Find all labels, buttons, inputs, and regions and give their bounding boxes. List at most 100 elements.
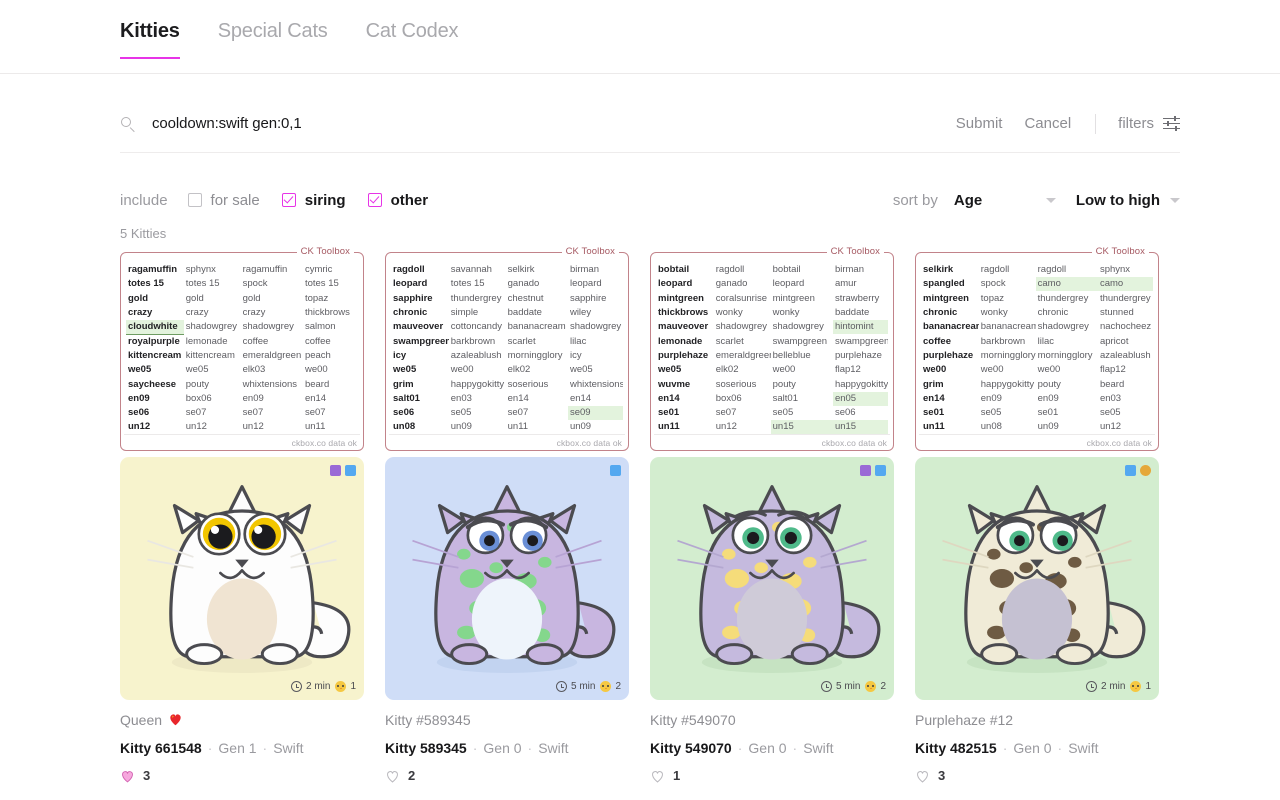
ck-toolbox-cell[interactable]: se05 xyxy=(449,406,506,420)
ck-toolbox-cell[interactable]: birman xyxy=(568,263,623,277)
ck-toolbox-cell[interactable]: gold xyxy=(241,292,303,306)
ck-toolbox-cell[interactable]: selkirk xyxy=(506,263,568,277)
submit-button[interactable]: Submit xyxy=(956,115,1003,132)
ck-toolbox-cell[interactable]: beard xyxy=(303,378,358,392)
ck-toolbox-cell[interactable]: swampgreen xyxy=(833,335,888,349)
ck-toolbox-cell[interactable]: barkbrown xyxy=(449,335,506,349)
ck-toolbox-cell[interactable]: emeraldgreen xyxy=(714,349,771,363)
ck-toolbox-cell[interactable]: azaleablush xyxy=(449,349,506,363)
ck-toolbox-cell[interactable]: emeraldgreen xyxy=(241,349,303,363)
ck-toolbox-cell[interactable]: ragdoll xyxy=(979,263,1036,277)
ck-toolbox-cell[interactable]: grim xyxy=(921,378,979,392)
ck-toolbox-cell[interactable]: elk02 xyxy=(506,363,568,377)
ck-toolbox-cell[interactable]: thundergrey xyxy=(1098,292,1153,306)
ck-toolbox-cell[interactable]: baddate xyxy=(833,306,888,320)
include-option-other[interactable]: other xyxy=(368,192,429,209)
ck-toolbox-cell[interactable]: se01 xyxy=(656,406,714,420)
ck-toolbox-cell[interactable]: birman xyxy=(833,263,888,277)
blue-badge-icon[interactable] xyxy=(875,465,886,476)
kitty-card[interactable]: 2 min1 xyxy=(120,457,364,700)
ck-toolbox-cell[interactable]: leopard xyxy=(391,277,449,291)
ck-toolbox-cell[interactable]: flap12 xyxy=(1098,363,1153,377)
ck-toolbox-cell[interactable]: cymric xyxy=(303,263,358,277)
ck-toolbox-cell[interactable]: en14 xyxy=(656,392,714,406)
ck-toolbox-cell[interactable]: camo xyxy=(1036,277,1098,291)
heart-outline-icon[interactable] xyxy=(385,769,400,783)
ck-toolbox-cell[interactable]: un11 xyxy=(921,420,979,434)
ck-toolbox-cell[interactable]: swampgreen xyxy=(391,335,449,349)
ck-toolbox-cell[interactable]: se06 xyxy=(126,406,184,420)
ck-toolbox-cell[interactable]: shadowgrey xyxy=(771,320,833,334)
ck-toolbox-cell[interactable]: we00 xyxy=(979,363,1036,377)
ck-toolbox-cell[interactable]: savannah xyxy=(449,263,506,277)
ck-toolbox-cell[interactable]: thundergrey xyxy=(1036,292,1098,306)
ck-toolbox-cell[interactable]: ragamuffin xyxy=(126,263,184,277)
ck-toolbox-cell[interactable]: un12 xyxy=(126,420,184,434)
ck-toolbox-cell[interactable]: stunned xyxy=(1098,306,1153,320)
ck-toolbox-cell[interactable]: en03 xyxy=(1098,392,1153,406)
likes-row[interactable]: 2 xyxy=(385,768,629,783)
ck-toolbox-cell[interactable]: baddate xyxy=(506,306,568,320)
ck-toolbox-cell[interactable]: morningglory xyxy=(506,349,568,363)
ck-toolbox-cell[interactable]: totes 15 xyxy=(126,277,184,291)
ck-toolbox-cell[interactable]: un12 xyxy=(714,420,771,434)
ck-toolbox-cell[interactable]: coffee xyxy=(303,335,358,349)
ck-toolbox-cell[interactable]: salt01 xyxy=(771,392,833,406)
cancel-button[interactable]: Cancel xyxy=(1024,115,1071,132)
sort-order-select[interactable]: Low to high xyxy=(1076,192,1180,209)
ck-toolbox-cell[interactable]: soserious xyxy=(714,378,771,392)
ck-toolbox-cell[interactable]: we05 xyxy=(126,363,184,377)
sort-field-select[interactable]: Age xyxy=(954,192,1056,209)
ck-toolbox-cell[interactable]: un12 xyxy=(1098,420,1153,434)
ck-toolbox-cell[interactable]: wonky xyxy=(714,306,771,320)
ck-toolbox-cell[interactable]: cloudwhite xyxy=(126,320,184,335)
heart-filled-icon[interactable] xyxy=(120,769,135,783)
ck-toolbox-cell[interactable]: wuvme xyxy=(656,378,714,392)
ck-toolbox-cell[interactable]: topaz xyxy=(303,292,358,306)
ck-toolbox-cell[interactable]: happygokitty xyxy=(449,378,506,392)
ck-toolbox-cell[interactable]: we00 xyxy=(921,363,979,377)
ck-toolbox-cell[interactable]: chronic xyxy=(921,306,979,320)
ck-toolbox-cell[interactable]: se09 xyxy=(568,406,623,420)
ck-toolbox-cell[interactable]: pouty xyxy=(1036,378,1098,392)
checkbox-checked-icon[interactable] xyxy=(282,193,296,207)
ck-toolbox-cell[interactable]: shadowgrey xyxy=(568,320,623,334)
ck-toolbox-cell[interactable]: lemonade xyxy=(656,335,714,349)
ck-toolbox-cell[interactable]: kittencream xyxy=(126,349,184,363)
ck-toolbox-cell[interactable]: shadowgrey xyxy=(241,320,303,334)
tab-kitties[interactable]: Kitties xyxy=(120,20,180,69)
ck-toolbox-cell[interactable]: shadowgrey xyxy=(184,320,241,334)
ck-toolbox-cell[interactable]: bobtail xyxy=(656,263,714,277)
ck-toolbox-cell[interactable]: hintomint xyxy=(833,320,888,334)
ck-toolbox-cell[interactable]: we05 xyxy=(184,363,241,377)
ck-toolbox-cell[interactable]: se07 xyxy=(184,406,241,420)
ck-toolbox-cell[interactable]: ragdoll xyxy=(714,263,771,277)
ck-toolbox-cell[interactable]: se07 xyxy=(241,406,303,420)
checkbox-checked-icon[interactable] xyxy=(368,193,382,207)
ck-toolbox-cell[interactable]: en09 xyxy=(1036,392,1098,406)
ck-toolbox-cell[interactable]: en03 xyxy=(449,392,506,406)
ck-toolbox-cell[interactable]: purplehaze xyxy=(921,349,979,363)
ck-toolbox-cell[interactable]: shadowgrey xyxy=(714,320,771,334)
ck-toolbox-cell[interactable]: totes 15 xyxy=(184,277,241,291)
ck-toolbox-cell[interactable]: un15 xyxy=(833,420,888,434)
ck-toolbox-cell[interactable]: salmon xyxy=(303,320,358,334)
ck-toolbox-cell[interactable]: we00 xyxy=(771,363,833,377)
ck-toolbox-cell[interactable]: totes 15 xyxy=(449,277,506,291)
ck-toolbox-cell[interactable]: crazy xyxy=(241,306,303,320)
ck-toolbox-cell[interactable]: se01 xyxy=(1036,406,1098,420)
ck-toolbox-cell[interactable]: mintgreen xyxy=(771,292,833,306)
ck-toolbox-cell[interactable]: un08 xyxy=(979,420,1036,434)
ck-toolbox-cell[interactable]: whixtensions xyxy=(568,378,623,392)
ck-toolbox-cell[interactable]: mauveover xyxy=(656,320,714,334)
ck-toolbox-cell[interactable]: un08 xyxy=(391,420,449,434)
ck-toolbox-cell[interactable]: mintgreen xyxy=(656,292,714,306)
ck-toolbox-cell[interactable]: ganado xyxy=(506,277,568,291)
ck-toolbox-cell[interactable]: cottoncandy xyxy=(449,320,506,334)
ck-toolbox-cell[interactable]: un11 xyxy=(506,420,568,434)
ck-toolbox-cell[interactable]: sapphire xyxy=(568,292,623,306)
ck-toolbox-cell[interactable]: coffee xyxy=(921,335,979,349)
ck-toolbox-cell[interactable]: leopard xyxy=(656,277,714,291)
ck-toolbox-cell[interactable]: un09 xyxy=(568,420,623,434)
ck-toolbox-cell[interactable]: un12 xyxy=(184,420,241,434)
